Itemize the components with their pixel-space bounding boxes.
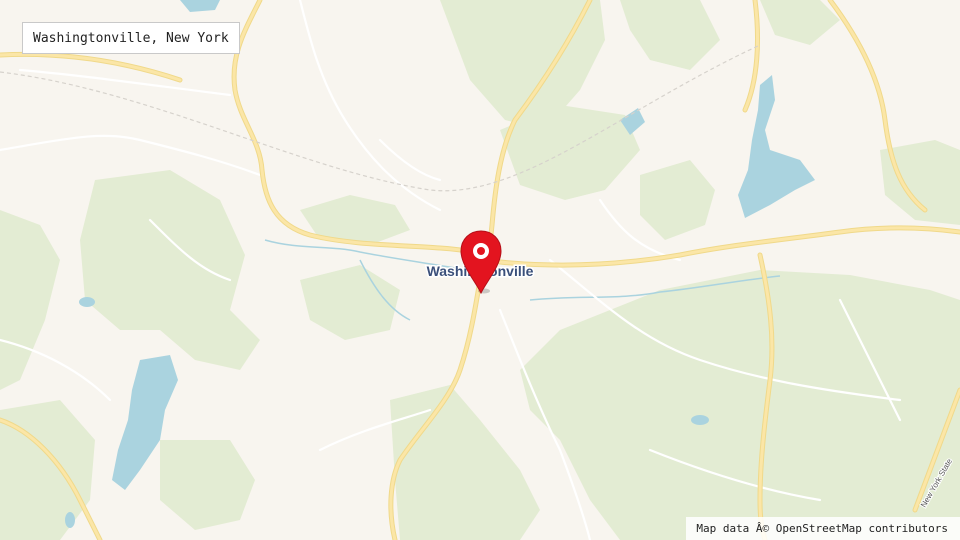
map-canvas[interactable]: Washingtonville New York State [0,0,960,540]
map-attribution[interactable]: Map data Â© OpenStreetMap contributors [686,517,960,540]
location-search-box[interactable]: Washingtonville, New York [22,22,240,54]
